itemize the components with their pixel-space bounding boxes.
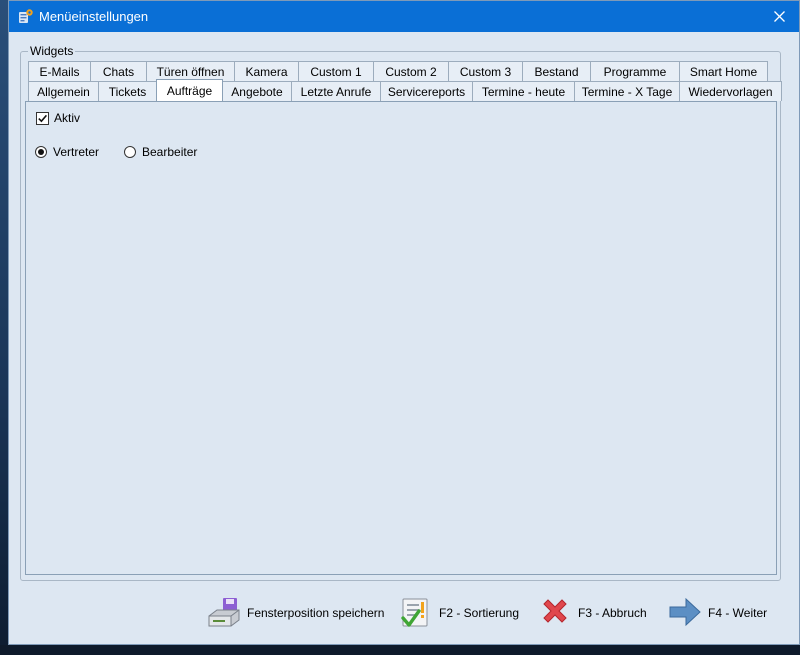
next-label: F4 - Weiter — [708, 606, 768, 620]
tab-label: Bestand — [534, 64, 579, 79]
tab-row-bottom: Allgemein Tickets Aufträge Angebote Letz… — [28, 79, 782, 101]
settings-app-icon — [18, 8, 34, 24]
tab-tickets[interactable]: Tickets — [98, 81, 157, 101]
tab-tueren-oeffnen[interactable]: Türen öffnen — [146, 61, 235, 81]
tab-label: Servicereports — [387, 84, 466, 99]
tab-label: Chats — [102, 64, 135, 79]
sort-label: F2 - Sortierung — [439, 606, 520, 620]
tab-label: Tickets — [108, 84, 147, 99]
tab-emails[interactable]: E-Mails — [28, 61, 91, 81]
checklist-icon — [399, 596, 433, 630]
radio-button[interactable] — [124, 146, 136, 158]
radio-label: Vertreter — [53, 145, 100, 159]
radio-vertreter[interactable]: Vertreter — [35, 145, 99, 159]
tab-auftraege[interactable]: Aufträge — [156, 79, 223, 101]
tab-bestand[interactable]: Bestand — [522, 61, 591, 81]
desktop-background-bottom — [0, 645, 800, 655]
close-button[interactable] — [759, 1, 799, 32]
tab-label: E-Mails — [39, 64, 80, 79]
tab-label: Smart Home — [689, 64, 758, 79]
tab-label: Custom 2 — [385, 64, 437, 79]
tab-label: Custom 3 — [459, 64, 512, 79]
red-x-icon — [538, 596, 572, 630]
tab-label: Letzte Anrufe — [300, 84, 372, 99]
active-checkbox-row[interactable]: Aktiv — [36, 111, 80, 125]
tab-custom-1[interactable]: Custom 1 — [298, 61, 374, 81]
save-position-label: Fensterposition speichern — [247, 606, 385, 620]
tab-label: Custom 1 — [310, 64, 362, 79]
active-label: Aktiv — [54, 111, 81, 125]
tab-label: Wiedervorlagen — [688, 84, 773, 99]
sort-button[interactable]: F2 - Sortierung — [399, 596, 519, 630]
radio-bearbeiter[interactable]: Bearbeiter — [124, 145, 197, 159]
tab-custom-2[interactable]: Custom 2 — [373, 61, 449, 81]
settings-window: Menüeinstellungen Widgets E-Mails Chats … — [8, 0, 800, 645]
checkmark-icon — [38, 114, 48, 122]
tab-custom-3[interactable]: Custom 3 — [448, 61, 523, 81]
active-checkbox[interactable] — [36, 111, 49, 125]
radio-button[interactable] — [35, 146, 47, 158]
tab-angebote[interactable]: Angebote — [222, 81, 292, 101]
window-title: Menüeinstellungen — [39, 9, 149, 24]
next-button[interactable]: F4 - Weiter — [668, 596, 767, 630]
tab-label: Türen öffnen — [156, 64, 225, 79]
tab-letzte-anrufe[interactable]: Letzte Anrufe — [291, 81, 381, 101]
tab-label: Angebote — [231, 84, 283, 99]
tab-row-top: E-Mails Chats Türen öffnen Kamera Custom… — [28, 61, 768, 81]
tab-label: Termine - X Tage — [581, 84, 673, 99]
widgets-group-label: Widgets — [28, 44, 76, 58]
cancel-label: F3 - Abbruch — [578, 606, 647, 620]
tab-label: Allgemein — [37, 84, 90, 99]
close-icon — [773, 11, 785, 22]
save-position-button[interactable]: Fensterposition speichern — [207, 596, 384, 630]
radio-label: Bearbeiter — [142, 145, 198, 159]
arrow-right-icon — [668, 596, 702, 630]
tab-wiedervorlagen[interactable]: Wiedervorlagen — [679, 81, 782, 101]
tab-label: Programme — [603, 64, 667, 79]
tab-label: Kamera — [245, 64, 288, 79]
tab-allgemein[interactable]: Allgemein — [28, 81, 99, 101]
tab-programme[interactable]: Programme — [590, 61, 680, 81]
tab-label: Termine - heute — [481, 84, 566, 99]
tab-smart-home[interactable]: Smart Home — [679, 61, 768, 81]
floppy-drive-icon — [207, 596, 241, 630]
tab-panel-auftraege: Aktiv Vertreter Bearbeiter — [25, 101, 777, 575]
tab-servicereports[interactable]: Servicereports — [380, 81, 473, 101]
cancel-button[interactable]: F3 - Abbruch — [538, 596, 647, 630]
tab-chats[interactable]: Chats — [90, 61, 147, 81]
tab-label: Aufträge — [166, 83, 213, 98]
desktop-background-left — [0, 0, 8, 655]
title-bar[interactable]: Menüeinstellungen — [9, 1, 799, 32]
tab-termine-heute[interactable]: Termine - heute — [472, 81, 575, 101]
tab-termine-x-tage[interactable]: Termine - X Tage — [574, 81, 680, 101]
tab-kamera[interactable]: Kamera — [234, 61, 299, 81]
